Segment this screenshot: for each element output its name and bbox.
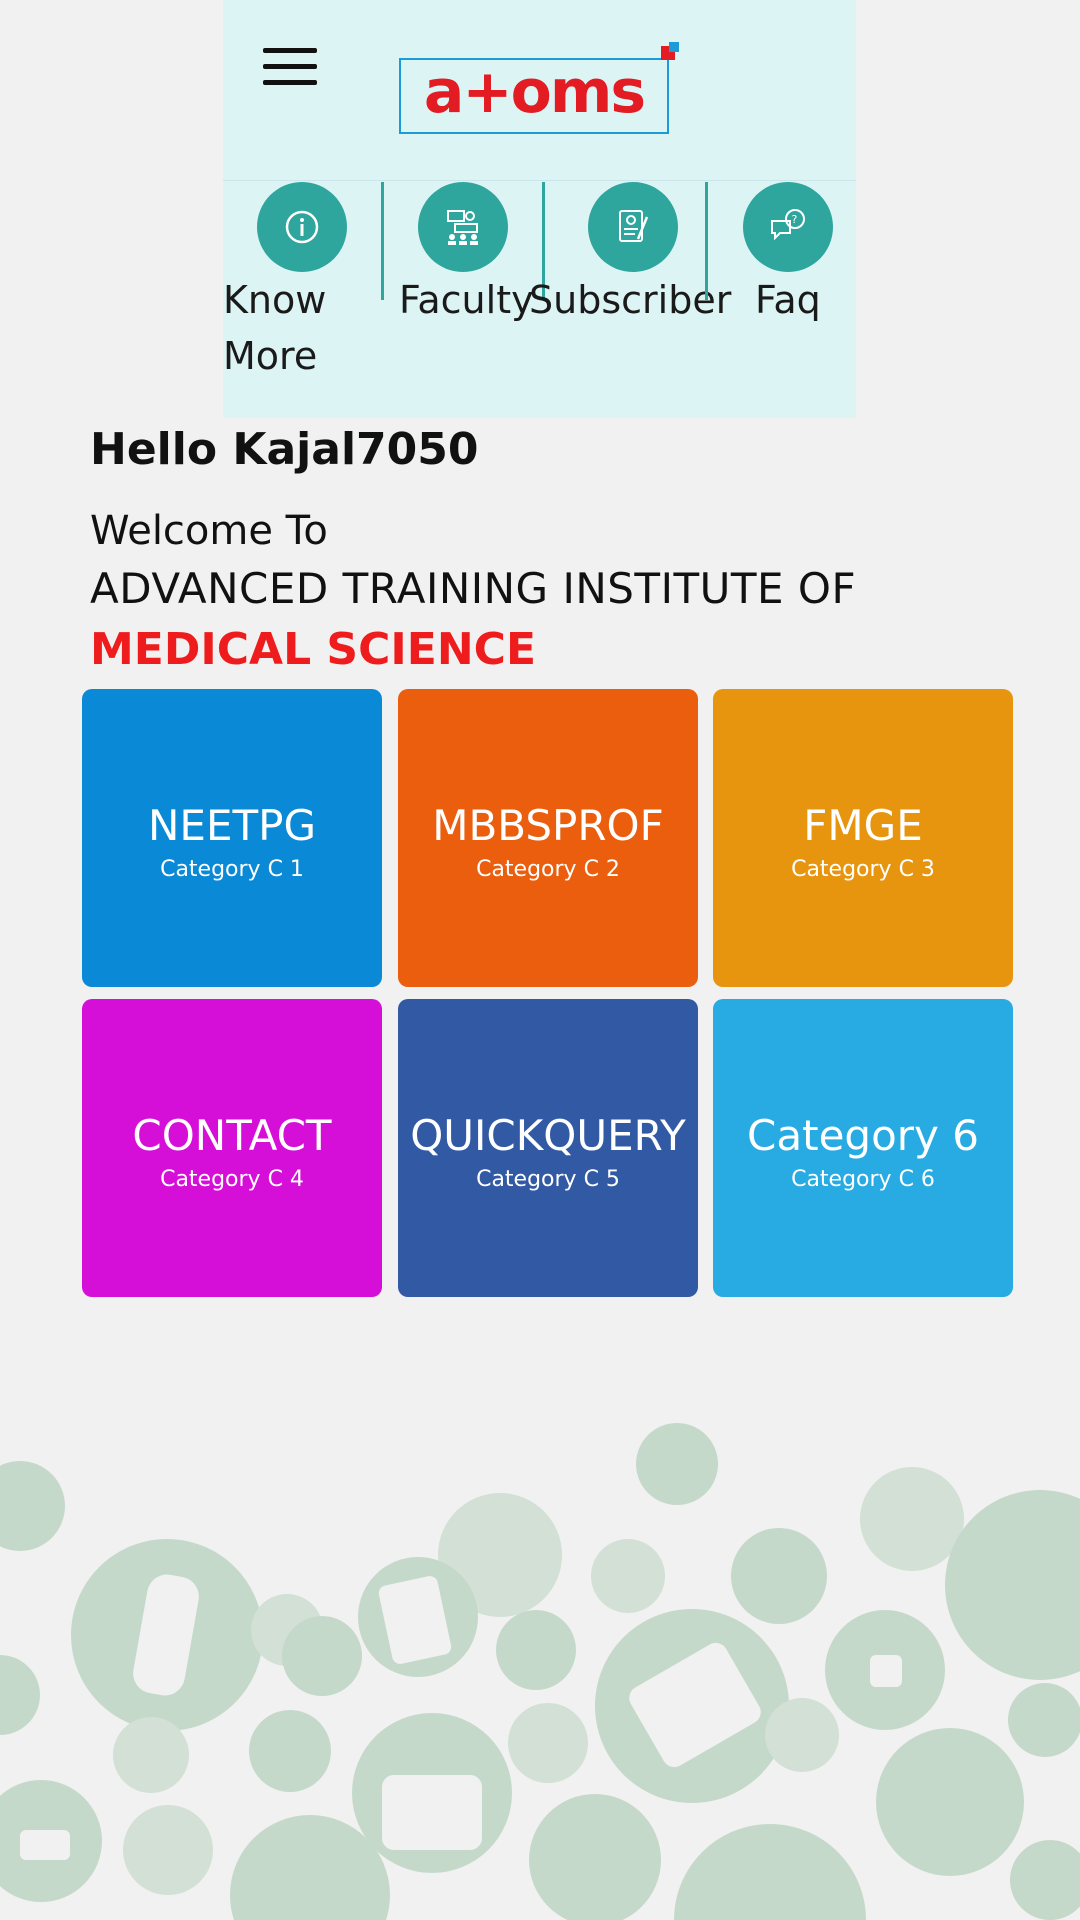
- tile-title: FMGE: [803, 801, 923, 850]
- nav-faculty[interactable]: Faculty: [399, 182, 539, 328]
- tile-subtitle: Category C 5: [476, 1167, 620, 1192]
- welcome-text: Welcome To: [90, 508, 328, 554]
- tile-subtitle: Category C 3: [791, 857, 935, 882]
- header-divider: [223, 180, 856, 181]
- nav-label-subscriber: Subscriber: [529, 278, 732, 322]
- tile-category-6[interactable]: Category 6 Category C 6: [713, 999, 1013, 1297]
- nav-label-faculty: Faculty: [399, 278, 534, 322]
- medical-background-illustration: [0, 1423, 1080, 1920]
- app-logo: a+oms: [399, 42, 689, 140]
- tile-mbbsprof[interactable]: MBBSPROF Category C 2: [398, 689, 698, 987]
- faculty-icon: [447, 210, 478, 245]
- svg-text:?: ?: [792, 213, 798, 226]
- nav-know-more[interactable]: Know More: [223, 182, 353, 384]
- tile-subtitle: Category C 2: [476, 857, 620, 882]
- tile-neetpg[interactable]: NEETPG Category C 1: [82, 689, 382, 987]
- subscriber-icon: [619, 210, 649, 242]
- nav-label-faq: Faq: [755, 278, 821, 322]
- nav-subscriber[interactable]: Subscriber: [529, 182, 732, 328]
- tile-subtitle: Category C 6: [791, 1167, 935, 1192]
- tile-title: Category 6: [747, 1111, 979, 1160]
- menu-icon[interactable]: [263, 44, 319, 88]
- nav-faq[interactable]: ? Faq: [743, 182, 853, 328]
- nav-label-know-more: Know More: [223, 278, 327, 378]
- institute-name-line1: ADVANCED TRAINING INSTITUTE OF: [90, 564, 857, 613]
- tile-fmge[interactable]: FMGE Category C 3: [713, 689, 1013, 987]
- greeting-text: Hello Kajal7050: [90, 424, 479, 475]
- info-icon: [285, 210, 319, 244]
- tile-subtitle: Category C 1: [160, 857, 304, 882]
- app-header: a+oms Know More Faculty Subscriber ? Faq: [223, 0, 856, 418]
- tile-title: NEETPG: [147, 801, 317, 850]
- nav-separator: [381, 182, 384, 300]
- institute-name-line2: MEDICAL SCIENCE: [90, 624, 537, 675]
- tile-title: QUICKQUERY: [410, 1111, 686, 1160]
- tile-quickquery[interactable]: QUICKQUERY Category C 5: [398, 999, 698, 1297]
- tile-subtitle: Category C 4: [160, 1167, 304, 1192]
- nav-separator: [705, 182, 708, 300]
- tile-title: CONTACT: [132, 1111, 332, 1160]
- faq-icon: ?: [771, 209, 805, 241]
- tile-title: MBBSPROF: [432, 801, 664, 850]
- tile-contact[interactable]: CONTACT Category C 4: [82, 999, 382, 1297]
- logo-text: a+oms: [423, 57, 646, 127]
